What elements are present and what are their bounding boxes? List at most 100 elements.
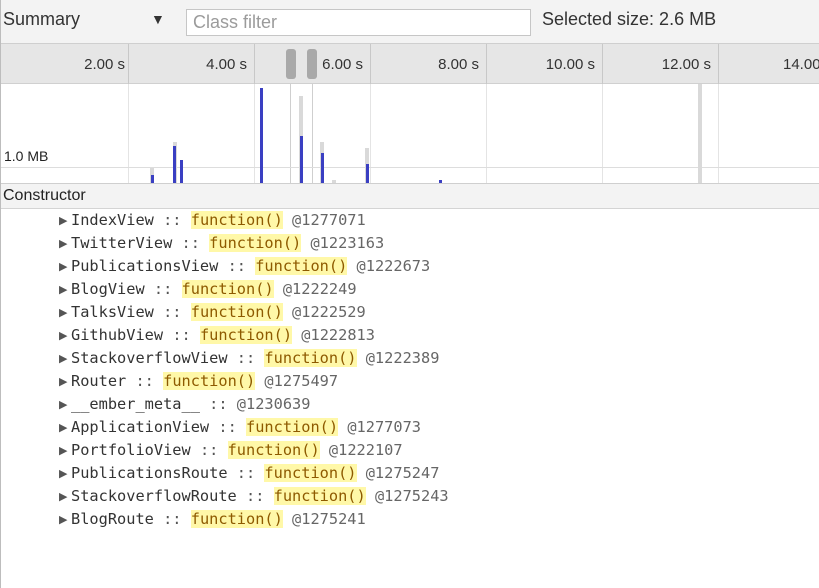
triangle-right-icon[interactable]: ▶ <box>59 485 71 508</box>
separator: :: <box>236 487 274 505</box>
separator: :: <box>153 303 191 321</box>
list-item[interactable]: ▶ TwitterView :: function() @1223163 <box>59 232 384 255</box>
list-item[interactable]: ▶ IndexView :: function() @1277071 <box>59 209 366 232</box>
list-item[interactable]: ▶ TalksView :: function() @1222529 <box>59 301 366 324</box>
allocation-timeline[interactable]: 2.00 s 4.00 s 6.00 s 8.00 s 10.00 s 12.0… <box>1 44 819 184</box>
triangle-right-icon[interactable]: ▶ <box>59 439 71 462</box>
constructor-name: BlogRoute <box>71 510 154 528</box>
range-end-handle[interactable] <box>307 49 317 79</box>
profiler-toolbar: Summary ▼ Selected size: 2.6 MB <box>1 0 819 44</box>
function-badge: function() <box>163 372 256 390</box>
list-item[interactable]: ▶ PublicationsRoute :: function() @127524… <box>59 462 439 485</box>
range-start-handle[interactable] <box>286 49 296 79</box>
function-badge: function() <box>190 510 283 528</box>
gridline <box>718 84 719 183</box>
constructor-list: ▶ IndexView :: function() @1277071 ▶ Twitt… <box>1 209 819 588</box>
allocation-bar <box>260 88 263 183</box>
triangle-right-icon[interactable]: ▶ <box>59 301 71 324</box>
triangle-down-icon[interactable]: ▼ <box>151 11 165 27</box>
object-id: @1275241 <box>282 510 366 528</box>
triangle-right-icon[interactable]: ▶ <box>59 393 71 416</box>
triangle-right-icon[interactable]: ▶ <box>59 508 71 531</box>
object-id: @1277071 <box>282 211 366 229</box>
time-tick: 2.00 s <box>84 56 125 73</box>
separator: :: <box>163 326 200 344</box>
gridline <box>486 84 487 183</box>
triangle-right-icon[interactable]: ▶ <box>59 347 71 370</box>
function-badge: function() <box>246 418 339 436</box>
triangle-right-icon[interactable]: ▶ <box>59 209 71 232</box>
separator: :: <box>209 418 246 436</box>
list-item[interactable]: ▶ BlogRoute :: function() @1275241 <box>59 508 366 531</box>
constructor-name: PublicationsView <box>71 257 219 275</box>
gridline <box>254 84 255 183</box>
allocation-bar <box>366 164 369 183</box>
triangle-right-icon[interactable]: ▶ <box>59 324 71 347</box>
allocation-bar-freed <box>698 84 702 183</box>
constructor-name: StackoverflowView <box>71 349 228 367</box>
time-tick: 8.00 s <box>438 56 479 73</box>
object-id: @1222107 <box>319 441 403 459</box>
constructor-name: TwitterView <box>71 234 173 252</box>
selected-size-label: Selected size: 2.6 MB <box>542 9 717 29</box>
constructor-name: ApplicationView <box>71 418 210 436</box>
constructor-name: GithubView <box>71 326 164 344</box>
list-item[interactable]: ▶ ApplicationView :: function() @1277073 <box>59 416 421 439</box>
separator: :: <box>153 211 191 229</box>
separator: :: <box>153 510 191 528</box>
separator: :: <box>172 234 210 252</box>
function-badge: function() <box>264 349 357 367</box>
list-item[interactable]: ▶ Router :: function() @1275497 <box>59 370 338 393</box>
object-id: @1277073 <box>338 418 421 436</box>
ruler-gridline <box>254 44 255 84</box>
ruler-gridline <box>128 44 129 84</box>
ruler-gridline <box>602 44 603 84</box>
triangle-right-icon[interactable]: ▶ <box>59 416 71 439</box>
function-badge: function() <box>190 303 283 321</box>
constructor-name: PublicationsRoute <box>71 464 228 482</box>
constructor-name: TalksView <box>71 303 154 321</box>
gridline <box>128 84 129 183</box>
time-tick: 14.00 <box>783 56 819 73</box>
triangle-right-icon[interactable]: ▶ <box>59 232 71 255</box>
separator: :: <box>144 280 182 298</box>
function-badge: function() <box>264 464 357 482</box>
size-gridline <box>1 167 819 168</box>
triangle-right-icon[interactable]: ▶ <box>59 255 71 278</box>
view-select[interactable]: Summary <box>3 9 80 30</box>
object-id: @1222673 <box>347 257 431 275</box>
selection-boundary <box>290 84 291 183</box>
size-axis-label: 1.0 MB <box>4 148 49 164</box>
ruler-gridline <box>718 44 719 84</box>
allocation-bar <box>173 146 176 183</box>
triangle-right-icon[interactable]: ▶ <box>59 462 71 485</box>
list-item[interactable]: ▶ StackoverflowRoute :: function() @12752… <box>59 485 449 508</box>
list-item[interactable]: ▶ GithubView :: function() @1222813 <box>59 324 375 347</box>
list-item[interactable]: ▶ BlogView :: function() @1222249 <box>59 278 357 301</box>
list-item[interactable]: ▶ StackoverflowView :: function() @122238… <box>59 347 439 370</box>
separator: :: <box>199 395 237 413</box>
class-filter-input[interactable] <box>186 9 531 36</box>
allocation-bar <box>321 153 324 183</box>
time-tick: 10.00 s <box>545 56 595 73</box>
heap-profiler-panel: Summary ▼ Selected size: 2.6 MB 2.00 s 4… <box>0 0 819 588</box>
list-item[interactable]: ▶ PublicationsView :: function() @1222673 <box>59 255 430 278</box>
function-badge: function() <box>199 326 293 344</box>
constructor-column-header[interactable]: Constructor <box>1 184 819 209</box>
function-badge: function() <box>181 280 274 298</box>
allocation-bar <box>439 180 442 183</box>
object-id: @1230639 <box>236 395 311 413</box>
separator: :: <box>227 464 265 482</box>
allocation-bar <box>151 175 154 183</box>
list-item[interactable]: ▶ __ember_meta__ :: @1230639 <box>59 393 310 416</box>
triangle-right-icon[interactable]: ▶ <box>59 278 71 301</box>
separator: :: <box>227 349 265 367</box>
allocation-bar-freed <box>332 180 336 183</box>
triangle-right-icon[interactable]: ▶ <box>59 370 71 393</box>
time-tick: 12.00 s <box>661 56 711 73</box>
object-id: @1222529 <box>282 303 366 321</box>
list-item[interactable]: ▶ PortfolioView :: function() @1222107 <box>59 439 403 462</box>
function-badge: function() <box>209 234 302 252</box>
function-badge: function() <box>273 487 366 505</box>
object-id: @1223163 <box>301 234 385 252</box>
